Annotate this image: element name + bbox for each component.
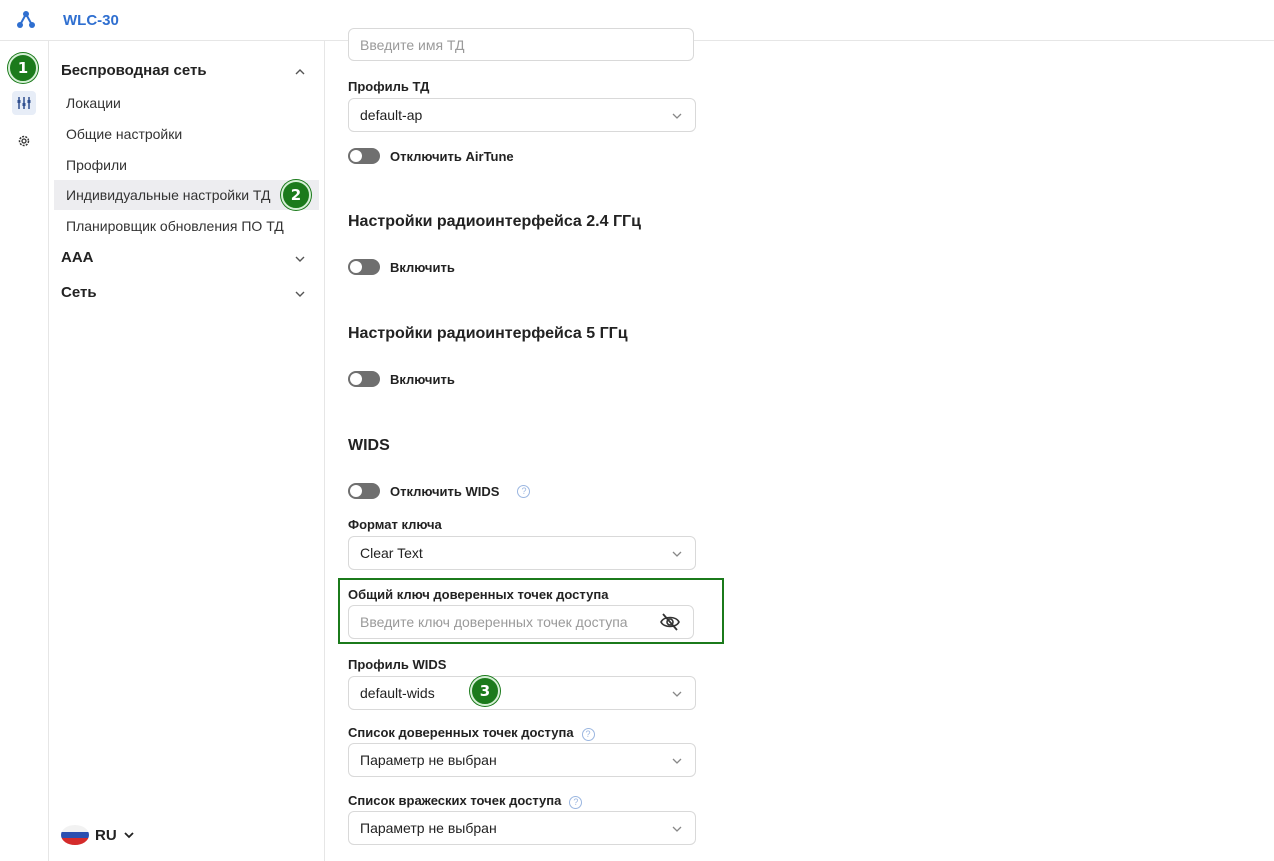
main-content: Профиль ТД default-ap Отключить AirTune … xyxy=(325,28,1274,861)
key-format-value: Clear Text xyxy=(360,545,423,561)
rogue-list-select[interactable]: Параметр не выбран xyxy=(348,811,696,845)
chevron-down-icon[interactable] xyxy=(293,287,307,301)
sidebar: Беспроводная сеть Локации Общие настройк… xyxy=(49,41,325,861)
sidebar-item-locations[interactable]: Локации xyxy=(54,88,319,118)
wids-profile-value: default-wids xyxy=(360,685,435,701)
radio-24-toggle-row: Включить xyxy=(348,259,455,275)
radio-5-toggle-row: Включить xyxy=(348,371,455,387)
help-icon[interactable]: ? xyxy=(569,795,583,809)
chevron-down-icon xyxy=(672,758,682,764)
chevron-up-icon[interactable] xyxy=(293,65,307,79)
radio-24-toggle-label: Включить xyxy=(390,259,455,275)
wireless-settings-icon xyxy=(17,97,31,109)
trusted-list-value: Параметр не выбран xyxy=(360,752,497,768)
sidebar-section-aaa[interactable]: AAA xyxy=(61,249,94,266)
rogue-list-label: Список вражеских точек доступа? xyxy=(348,793,583,809)
wids-profile-label: Профиль WIDS xyxy=(348,657,447,672)
wids-toggle-row: Отключить WIDS ? xyxy=(348,483,531,499)
key-format-label: Формат ключа xyxy=(348,517,442,532)
gear-icon xyxy=(18,135,30,147)
settings-nav-button[interactable] xyxy=(12,129,36,153)
trusted-list-label: Список доверенных точек доступа? xyxy=(348,725,595,741)
help-icon[interactable]: ? xyxy=(581,727,595,741)
ap-profile-select[interactable]: default-ap xyxy=(348,98,696,132)
wids-disable-label: Отключить WIDS xyxy=(390,483,500,499)
airtune-toggle-label: Отключить AirTune xyxy=(390,148,514,164)
help-icon[interactable]: ? xyxy=(517,484,531,498)
radio-5-section-title: Настройки радиоинтерфейса 5 ГГц xyxy=(348,325,628,342)
airtune-toggle[interactable] xyxy=(348,148,380,164)
step-badge-2: 2 xyxy=(281,180,311,210)
wids-section-title: WIDS xyxy=(348,437,390,454)
eye-off-icon[interactable] xyxy=(659,612,681,632)
ap-name-input[interactable] xyxy=(348,28,694,61)
trusted-list-label-text: Список доверенных точек доступа xyxy=(348,725,574,740)
sidebar-section-wireless[interactable]: Беспроводная сеть xyxy=(61,62,207,79)
wids-profile-select[interactable]: default-wids xyxy=(348,676,696,710)
radio-5-toggle-label: Включить xyxy=(390,371,455,387)
russian-flag-icon xyxy=(61,825,89,845)
language-code: RU xyxy=(95,826,117,844)
rogue-list-label-text: Список вражеских точек доступа xyxy=(348,793,562,808)
ap-profile-value: default-ap xyxy=(360,107,423,123)
wireless-nav-button[interactable] xyxy=(12,91,36,115)
sidebar-item-general-settings[interactable]: Общие настройки xyxy=(54,119,319,149)
airtune-toggle-row: Отключить AirTune xyxy=(348,148,514,164)
chevron-down-icon xyxy=(672,826,682,832)
chevron-down-icon xyxy=(672,113,682,119)
sidebar-section-network[interactable]: Сеть xyxy=(61,284,97,301)
app-logo-icon[interactable] xyxy=(16,10,36,30)
sidebar-item-profiles[interactable]: Профили xyxy=(54,150,319,180)
wids-disable-toggle[interactable] xyxy=(348,483,380,499)
step-badge-1: 1 xyxy=(8,53,38,83)
icon-rail: 1 xyxy=(0,41,49,861)
radio-5-enable-toggle[interactable] xyxy=(348,371,380,387)
trusted-list-select[interactable]: Параметр не выбран xyxy=(348,743,696,777)
sidebar-item-update-scheduler[interactable]: Планировщик обновления ПО ТД xyxy=(54,211,319,241)
chevron-down-icon xyxy=(672,551,682,557)
chevron-down-icon xyxy=(672,691,682,697)
key-format-select[interactable]: Clear Text xyxy=(348,536,696,570)
trusted-key-label: Общий ключ доверенных точек доступа xyxy=(348,587,609,602)
chevron-down-icon xyxy=(124,832,134,839)
step-badge-3: 3 xyxy=(470,676,500,706)
radio-24-section-title: Настройки радиоинтерфейса 2.4 ГГц xyxy=(348,213,641,230)
trusted-key-input[interactable] xyxy=(348,605,694,639)
language-selector[interactable]: RU xyxy=(61,825,135,845)
radio-24-enable-toggle[interactable] xyxy=(348,259,380,275)
sidebar-item-individual-ap-settings[interactable]: Индивидуальные настройки ТД xyxy=(54,180,319,210)
chevron-down-icon[interactable] xyxy=(293,252,307,266)
rogue-list-value: Параметр не выбран xyxy=(360,820,497,836)
ap-profile-label: Профиль ТД xyxy=(348,79,430,94)
app-title[interactable]: WLC-30 xyxy=(63,12,119,29)
